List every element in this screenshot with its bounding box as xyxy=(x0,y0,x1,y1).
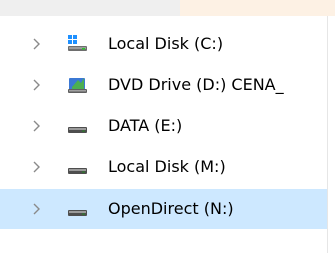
hard-drive-icon xyxy=(68,127,87,133)
tree-item-data-e[interactable]: DATA (E:) xyxy=(0,106,327,146)
chevron-right-icon[interactable] xyxy=(31,202,43,216)
windows-drive-icon xyxy=(68,35,87,51)
chevron-right-icon[interactable] xyxy=(31,37,43,51)
chevron-right-icon[interactable] xyxy=(31,119,43,133)
tree-item-label: Local Disk (M:) xyxy=(108,157,226,176)
tree-item-label: DATA (E:) xyxy=(108,116,183,135)
hard-drive-icon xyxy=(68,210,87,216)
chevron-right-icon[interactable] xyxy=(31,160,43,174)
dvd-drive-icon xyxy=(68,78,87,93)
tree-item-local-disk-c[interactable]: Local Disk (C:) xyxy=(0,24,327,64)
top-strip xyxy=(0,0,335,16)
tree-item-opendirect-n[interactable]: OpenDirect (N:) xyxy=(0,189,327,229)
tree-item-dvd-drive-d[interactable]: DVD Drive (D:) CENA_ xyxy=(0,65,327,105)
hard-drive-icon xyxy=(68,168,87,174)
tree-item-label: OpenDirect (N:) xyxy=(108,199,234,218)
chevron-right-icon[interactable] xyxy=(31,78,43,92)
tree-item-label: Local Disk (C:) xyxy=(108,34,224,53)
tree-item-label: DVD Drive (D:) CENA_ xyxy=(108,75,284,94)
navigation-pane[interactable]: Local Disk (C:) DVD Drive (D:) CENA_ DAT… xyxy=(0,16,328,253)
tree-item-local-disk-m[interactable]: Local Disk (M:) xyxy=(0,147,327,187)
